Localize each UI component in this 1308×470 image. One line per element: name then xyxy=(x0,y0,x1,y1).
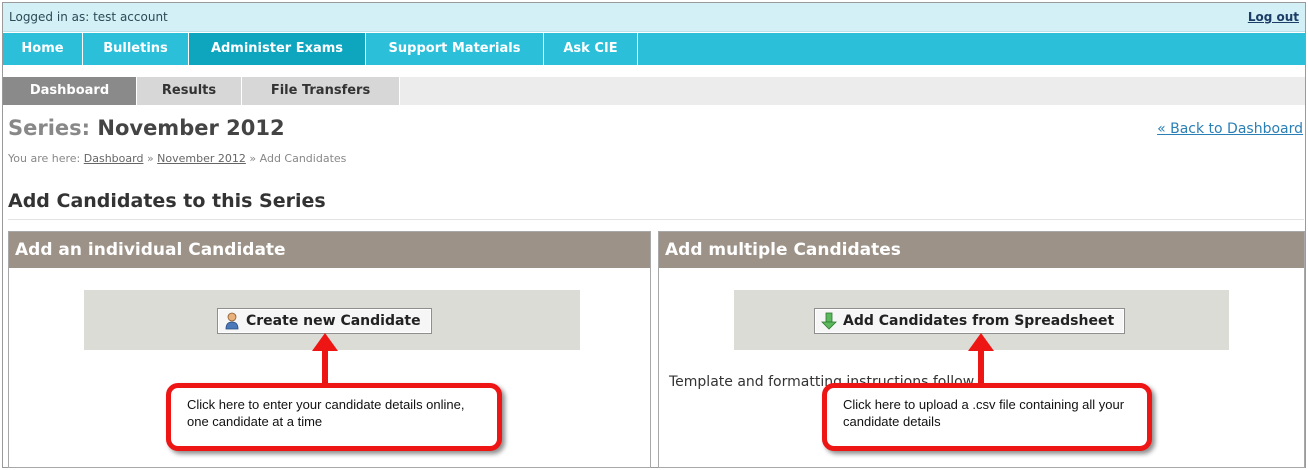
nav-tab-administer-exams[interactable]: Administer Exams xyxy=(189,33,366,65)
back-to-dashboard-link[interactable]: « Back to Dashboard xyxy=(1157,121,1303,137)
breadcrumb-dashboard[interactable]: Dashboard xyxy=(84,152,144,165)
logout-link[interactable]: Log out xyxy=(1248,10,1299,24)
app-frame: Logged in as: test account Log out Home … xyxy=(2,2,1306,468)
create-new-candidate-button[interactable]: Create new Candidate xyxy=(217,308,432,334)
download-arrow-icon xyxy=(821,312,837,330)
create-new-candidate-label: Create new Candidate xyxy=(246,313,421,329)
individual-panel-title: Add an individual Candidate xyxy=(9,232,650,268)
breadcrumb: You are here: Dashboard » November 2012 … xyxy=(8,152,346,165)
main-nav: Home Bulletins Administer Exams Support … xyxy=(3,33,1305,65)
login-bar: Logged in as: test account Log out xyxy=(3,3,1305,32)
series-title: Series: November 2012 xyxy=(8,116,285,140)
sub-nav: Dashboard Results File Transfers xyxy=(3,65,1305,105)
series-name: November 2012 xyxy=(97,116,285,140)
series-label: Series: xyxy=(8,116,91,140)
nav-tab-home[interactable]: Home xyxy=(3,33,83,65)
nav-tab-support-materials[interactable]: Support Materials xyxy=(366,33,544,65)
nav-tab-ask-cie[interactable]: Ask CIE xyxy=(544,33,638,65)
add-from-spreadsheet-button[interactable]: Add Candidates from Spreadsheet xyxy=(814,308,1126,334)
subtab-dashboard[interactable]: Dashboard xyxy=(3,77,137,105)
breadcrumb-current: Add Candidates xyxy=(259,152,347,165)
breadcrumb-separator: » xyxy=(146,152,154,165)
add-from-spreadsheet-label: Add Candidates from Spreadsheet xyxy=(843,313,1115,329)
user-icon xyxy=(225,312,239,330)
logged-in-text: Logged in as: test account xyxy=(9,10,168,24)
breadcrumb-separator: » xyxy=(249,152,257,165)
multiple-panel-title: Add multiple Candidates xyxy=(659,232,1304,268)
subtab-results[interactable]: Results xyxy=(137,77,242,105)
callout-arrow-left-shaft xyxy=(322,349,328,387)
breadcrumb-november-2012[interactable]: November 2012 xyxy=(157,152,246,165)
callout-multiple: Click here to upload a .csv file contain… xyxy=(822,383,1152,451)
breadcrumb-prefix: You are here: xyxy=(8,152,81,165)
callout-individual: Click here to enter your candidate detai… xyxy=(166,383,502,451)
page-heading: Add Candidates to this Series xyxy=(8,190,326,212)
subtab-file-transfers[interactable]: File Transfers xyxy=(242,77,400,105)
callout-arrow-right-shaft xyxy=(978,349,984,387)
nav-tab-bulletins[interactable]: Bulletins xyxy=(83,33,189,65)
heading-divider xyxy=(8,219,1304,220)
